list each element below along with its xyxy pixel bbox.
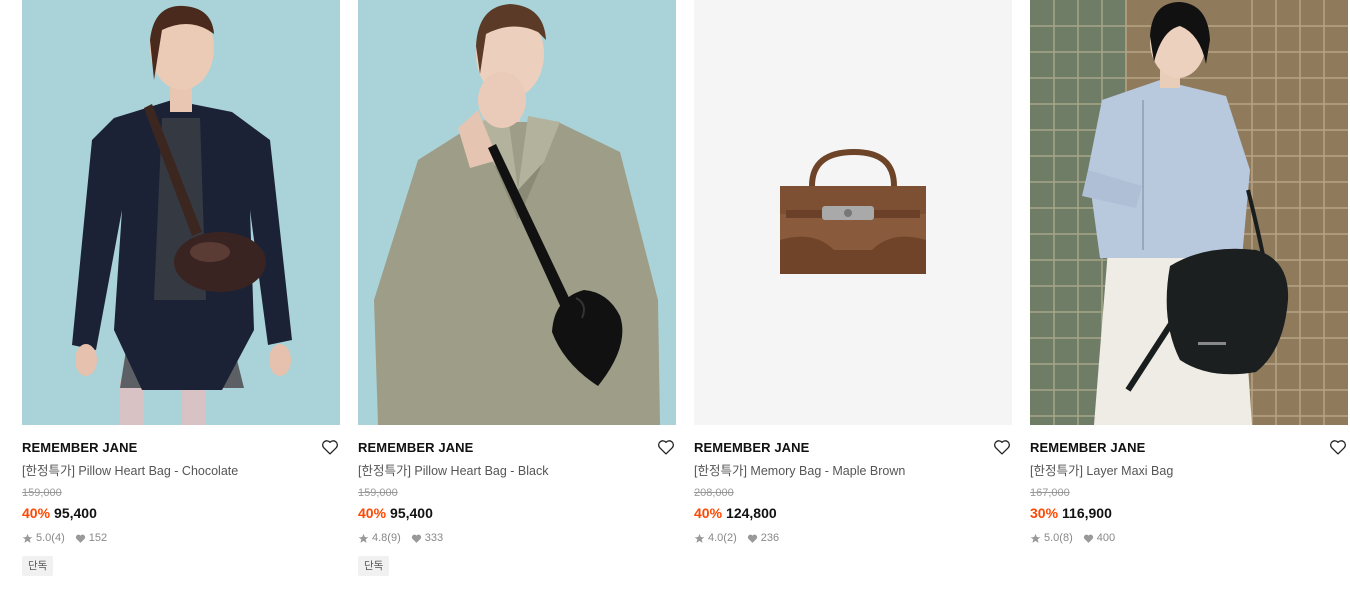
like-button[interactable]: [656, 437, 676, 457]
original-price: 167,000: [1030, 487, 1070, 499]
brand-name[interactable]: REMEMBER JANE: [358, 440, 676, 456]
sale-price: 95,400: [390, 505, 433, 521]
heart-filled-icon: [1083, 533, 1094, 544]
product-stats: 4.0 (2) 236: [694, 531, 1012, 545]
like-button[interactable]: [320, 437, 340, 457]
discount-rate: 40%: [694, 505, 723, 521]
product-stats: 5.0 (4) 152: [22, 531, 340, 545]
product-card[interactable]: REMEMBER JANE [한정특가] Memory Bag - Maple …: [694, 0, 1012, 545]
product-card[interactable]: REMEMBER JANE [한정특가] Layer Maxi Bag 167,…: [1030, 0, 1348, 545]
product-name[interactable]: [한정특가] Layer Maxi Bag: [1030, 463, 1348, 479]
heart-filled-icon: [75, 533, 86, 544]
heart-filled-icon: [747, 533, 758, 544]
discount-rate: 30%: [1030, 505, 1059, 521]
sale-price: 95,400: [54, 505, 97, 521]
star-icon: [694, 533, 705, 544]
like-button[interactable]: [992, 437, 1012, 457]
product-name[interactable]: [한정특가] Pillow Heart Bag - Black: [358, 463, 676, 479]
product-image[interactable]: [358, 0, 676, 425]
review-count: (2): [723, 532, 737, 544]
like-count: 236: [760, 532, 780, 544]
like-button[interactable]: [1328, 437, 1348, 457]
product-stats: 5.0 (8) 400: [1030, 531, 1348, 545]
like-count: 400: [1096, 532, 1116, 544]
price-row: 40% 95,400: [22, 504, 340, 522]
product-card[interactable]: REMEMBER JANE [한정특가] Pillow Heart Bag - …: [358, 0, 676, 576]
original-price: 159,000: [358, 487, 398, 499]
original-price: 208,000: [694, 487, 734, 499]
discount-rate: 40%: [358, 505, 387, 521]
product-name[interactable]: [한정특가] Pillow Heart Bag - Chocolate: [22, 463, 340, 479]
star-icon: [22, 533, 33, 544]
sale-price: 124,800: [726, 505, 777, 521]
original-price: 159,000: [22, 487, 62, 499]
price-row: 30% 116,900: [1030, 504, 1348, 522]
star-icon: [1030, 533, 1041, 544]
heart-outline-icon: [322, 440, 338, 455]
brand-name[interactable]: REMEMBER JANE: [1030, 440, 1348, 456]
discount-rate: 40%: [22, 505, 51, 521]
rating-value: 4.8: [372, 532, 388, 544]
brand-name[interactable]: REMEMBER JANE: [22, 440, 340, 456]
heart-outline-icon: [658, 440, 674, 455]
star-icon: [358, 533, 369, 544]
product-image[interactable]: [1030, 0, 1348, 425]
rating-value: 5.0: [36, 532, 52, 544]
rating-value: 4.0: [708, 532, 724, 544]
product-image[interactable]: [22, 0, 340, 425]
exclusive-badge: 단독: [358, 556, 390, 576]
review-count: (4): [51, 532, 65, 544]
sale-price: 116,900: [1062, 505, 1112, 521]
product-name[interactable]: [한정특가] Memory Bag - Maple Brown: [694, 463, 1012, 479]
like-count: 333: [424, 532, 444, 544]
like-count: 152: [88, 532, 108, 544]
heart-outline-icon: [994, 440, 1010, 455]
exclusive-badge: 단독: [22, 556, 54, 576]
review-count: (9): [387, 532, 401, 544]
review-count: (8): [1059, 532, 1073, 544]
price-row: 40% 124,800: [694, 504, 1012, 522]
price-row: 40% 95,400: [358, 504, 676, 522]
product-image[interactable]: [694, 0, 1012, 425]
heart-filled-icon: [411, 533, 422, 544]
brand-name[interactable]: REMEMBER JANE: [694, 440, 1012, 456]
product-grid: REMEMBER JANE [한정특가] Pillow Heart Bag - …: [0, 0, 1350, 595]
product-card[interactable]: REMEMBER JANE [한정특가] Pillow Heart Bag - …: [22, 0, 340, 576]
product-stats: 4.8 (9) 333: [358, 531, 676, 545]
heart-outline-icon: [1330, 440, 1346, 455]
rating-value: 5.0: [1044, 532, 1060, 544]
